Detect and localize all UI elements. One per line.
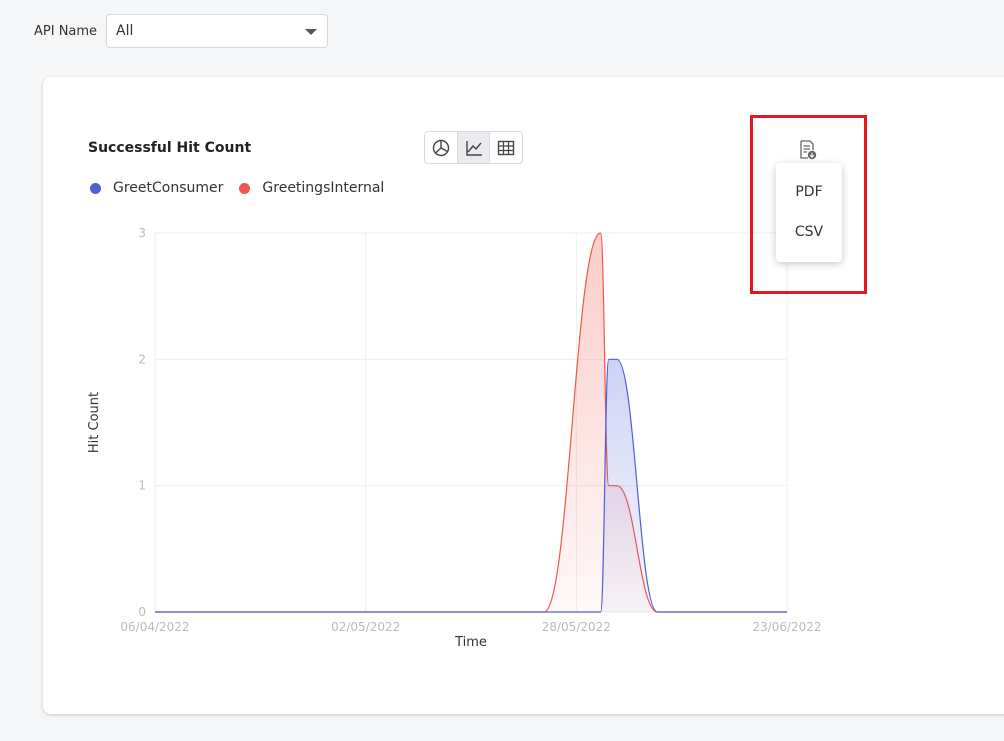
filter-bar: API Name All xyxy=(0,0,1004,70)
export-pdf-menu-item[interactable]: PDF xyxy=(776,184,842,200)
export-file-icon xyxy=(800,140,817,160)
pie-view-button[interactable] xyxy=(425,132,458,163)
line-chart-icon xyxy=(465,140,482,156)
x-tick-label: 28/05/2022 xyxy=(542,620,611,634)
legend-label-greetingsinternal: GreetingsInternal xyxy=(262,180,385,196)
api-name-select-value: All xyxy=(116,23,134,39)
y-tick-label: 3 xyxy=(138,226,146,240)
x-tick-label: 23/06/2022 xyxy=(752,620,821,634)
table-view-button[interactable] xyxy=(490,132,522,163)
legend-item-greetingsinternal[interactable]: GreetingsInternal xyxy=(239,180,384,196)
chevron-down-icon xyxy=(305,29,317,35)
legend-dot-greetconsumer xyxy=(90,182,101,194)
series-line-greetingsinternal xyxy=(155,232,787,613)
series-area-greetingsinternal xyxy=(155,233,787,612)
line-view-button[interactable] xyxy=(457,132,491,163)
api-name-select[interactable]: All xyxy=(106,14,328,48)
pie-chart-icon xyxy=(432,139,450,156)
table-grid-icon xyxy=(497,140,515,155)
y-tick-label: 1 xyxy=(138,479,146,493)
chart-title: Successful Hit Count xyxy=(88,140,252,156)
x-axis-title: Time xyxy=(454,635,487,650)
hit-count-chart: 0 1 2 3 06/04/2022 02/05/2022 28/05/2022 23/06/… xyxy=(87,226,822,650)
export-button[interactable] xyxy=(798,139,818,165)
x-tick-label: 02/05/2022 xyxy=(331,620,400,634)
export-csv-menu-item[interactable]: CSV xyxy=(776,224,842,240)
chart-view-toggle xyxy=(424,131,523,164)
chart-legend: GreetConsumer GreetingsInternal xyxy=(90,180,400,196)
x-tick-label: 06/04/2022 xyxy=(120,620,189,634)
y-tick-label: 0 xyxy=(138,605,146,619)
legend-label-greetconsumer: GreetConsumer xyxy=(113,180,224,196)
y-tick-label: 2 xyxy=(138,352,146,366)
legend-dot-greetingsinternal xyxy=(239,182,251,194)
api-name-label: API Name xyxy=(34,24,98,39)
legend-item-greetconsumer[interactable]: GreetConsumer xyxy=(90,180,223,196)
y-axis-title: Hit Count xyxy=(87,392,102,453)
export-dropdown-menu: PDF CSV xyxy=(776,163,842,262)
